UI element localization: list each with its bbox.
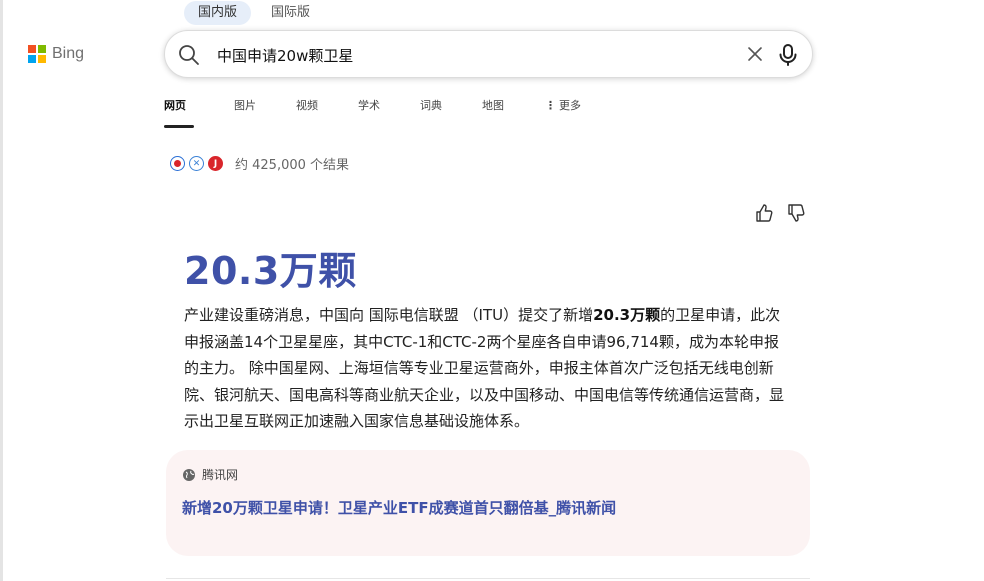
answer-title: 20.3万颗 — [184, 249, 357, 293]
bing-logo[interactable]: Bing — [28, 45, 84, 63]
source-article-link[interactable]: 新增20万颗卫星申请！卫星产业ETF成赛道首只翻倍基_腾讯新闻 — [182, 497, 794, 518]
tab-web[interactable]: 网页 — [164, 96, 194, 128]
answer-highlight: 20.3万颗 — [593, 306, 661, 324]
tab-images[interactable]: 图片 — [234, 96, 256, 128]
search-icon[interactable] — [177, 43, 201, 67]
more-dots-icon: ⋮ — [545, 99, 556, 112]
source-favicon-icon: ✕ — [189, 156, 204, 171]
tab-more[interactable]: ⋮ 更多 — [545, 96, 581, 128]
thumbs-down-icon[interactable] — [786, 203, 806, 223]
tab-videos[interactable]: 视频 — [296, 96, 318, 128]
tab-academic[interactable]: 学术 — [358, 96, 380, 128]
source-site-name: 腾讯网 — [202, 468, 239, 482]
tab-more-label: 更多 — [559, 99, 581, 112]
divider — [166, 578, 810, 579]
source-favicon-icon: J — [208, 156, 223, 171]
answer-text-part2: 的卫星申请，此次申报涵盖14个卫星星座，其中CTC-1和CTC-2两个星座各自申… — [184, 306, 785, 430]
search-nav-tabs: 网页 图片 视频 学术 词典 地图 ⋮ 更多 — [164, 96, 581, 128]
tab-dictionary[interactable]: 词典 — [420, 96, 442, 128]
microsoft-logo-icon — [28, 45, 46, 63]
result-meta: ✕ J 约 425,000 个结果 — [170, 154, 349, 173]
search-box — [164, 30, 813, 78]
result-count: 约 425,000 个结果 — [235, 158, 350, 173]
left-edge-divider — [0, 0, 3, 581]
source-favicon-icon — [170, 156, 185, 171]
source-card: 腾讯网 新增20万颗卫星申请！卫星产业ETF成赛道首只翻倍基_腾讯新闻 — [166, 450, 810, 556]
globe-icon — [183, 468, 195, 481]
region-tabs: 国内版 国际版 — [184, 1, 324, 25]
logo-text: Bing — [52, 45, 85, 62]
thumbs-up-icon[interactable] — [754, 203, 774, 223]
microphone-icon[interactable] — [777, 43, 799, 67]
search-input[interactable] — [215, 40, 739, 70]
answer-body: 产业建设重磅消息，中国向 国际电信联盟 （ITU）提交了新增20.3万颗的卫星申… — [184, 302, 784, 435]
clear-icon[interactable] — [745, 44, 765, 64]
tab-maps[interactable]: 地图 — [482, 96, 504, 128]
region-tab-domestic[interactable]: 国内版 — [184, 1, 252, 25]
region-tab-international[interactable]: 国际版 — [257, 1, 324, 25]
source-row: 腾讯网 — [182, 466, 794, 483]
answer-text-part1: 产业建设重磅消息，中国向 国际电信联盟 （ITU）提交了新增 — [184, 306, 594, 324]
